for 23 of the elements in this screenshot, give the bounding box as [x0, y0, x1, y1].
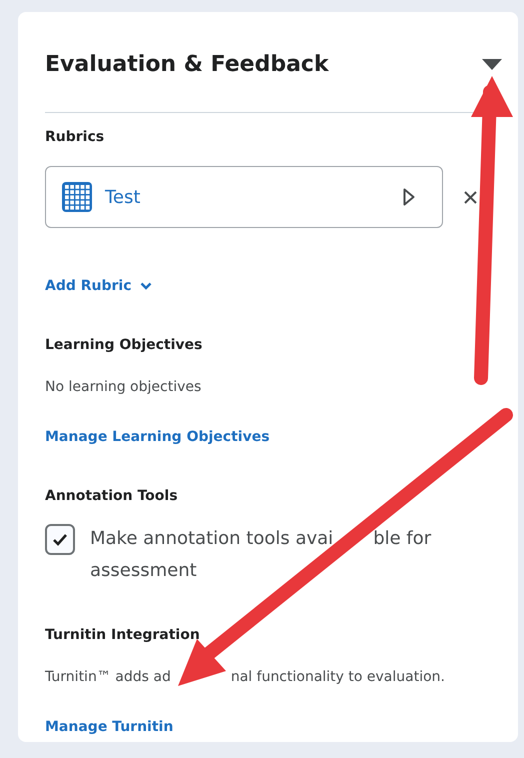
section-heading: Turnitin Integration — [45, 626, 201, 645]
checkbox[interactable] — [45, 524, 75, 555]
manage-link[interactable]: Manage Learning Objectives — [45, 429, 270, 445]
play-icon[interactable] — [403, 188, 415, 206]
section-heading: Learning Objectives — [45, 336, 204, 355]
check-icon — [52, 532, 68, 546]
rubric-name[interactable]: Test — [105, 184, 403, 210]
add-rubric-link[interactable]: Add Rubric — [45, 276, 152, 296]
rubric-card[interactable]: Test — [45, 166, 443, 228]
checkbox-label[interactable]: Make annotation tools avai — [90, 528, 334, 549]
panel-title: Evaluation & Feedback — [45, 51, 329, 79]
section-heading: Annotation Tools — [45, 487, 179, 506]
grid-icon — [61, 181, 93, 213]
collapse-icon[interactable] — [482, 59, 502, 71]
description-text: No learning objectives — [45, 378, 202, 397]
close-icon[interactable] — [464, 190, 477, 204]
description-text: Turnitin™ adds ad — [45, 669, 171, 685]
checkbox-label[interactable]: assessment — [90, 560, 197, 581]
manage-link[interactable]: Manage Turnitin — [45, 719, 174, 735]
chevron-down-icon[interactable] — [140, 282, 152, 290]
section-heading: Rubrics — [45, 128, 106, 147]
checkbox-label[interactable]: ble for — [373, 528, 432, 549]
description-text: nal functionality to evaluation. — [230, 669, 445, 685]
